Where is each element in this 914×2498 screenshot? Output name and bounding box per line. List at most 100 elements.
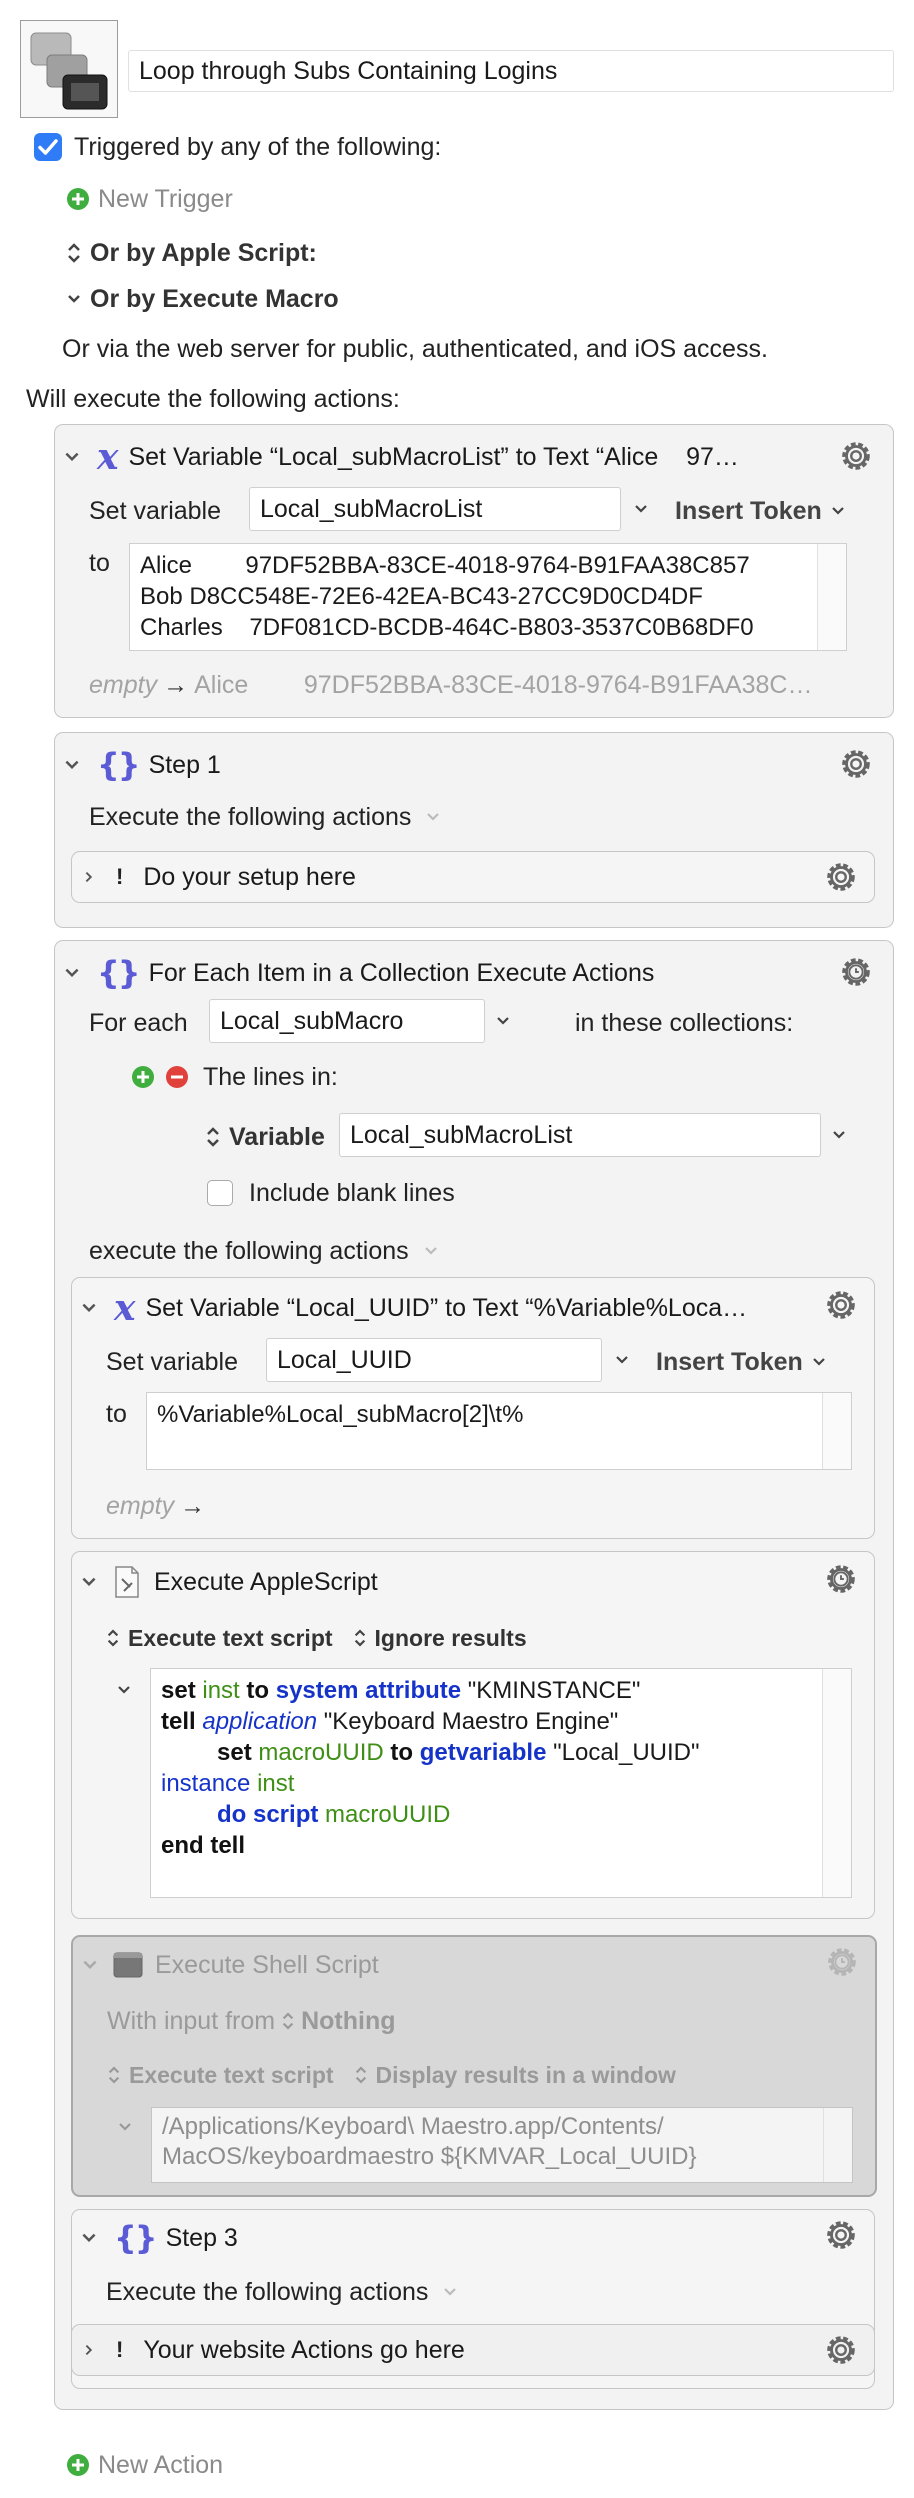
code-token: set [161, 1677, 196, 1704]
execute-actions-menu[interactable]: Execute the following actions [106, 2272, 458, 2312]
chevron-down-icon[interactable] [80, 1573, 98, 1591]
execute-actions-menu[interactable]: execute the following actions [89, 1231, 439, 1271]
input-source-menu[interactable]: Nothing [281, 2007, 396, 2036]
macro-name: Loop through Subs Containing Logins [139, 56, 558, 85]
chevron-right-icon[interactable] [82, 2343, 96, 2357]
comment-action-website[interactable]: ! Your website Actions go here [71, 2324, 875, 2376]
chevron-down-icon[interactable] [116, 1682, 132, 1698]
text-line: %Variable%Local_subMacro[2]\t% [157, 1401, 524, 1428]
code-line: set macroUUID to getvariable "Local_UUID… [161, 1737, 841, 1768]
insert-token-label: Insert Token [675, 496, 822, 525]
scrollbar[interactable] [822, 1393, 851, 1469]
variable-dropdown-icon[interactable] [633, 501, 649, 517]
action-for-each[interactable]: {} For Each Item in a Collection Execute… [54, 940, 894, 2410]
chevron-down-icon[interactable] [63, 756, 81, 774]
execute-actions-menu[interactable]: Execute the following actions [89, 797, 441, 837]
chevron-down-icon[interactable] [117, 2119, 133, 2135]
execute-text-script-label: Execute text script [128, 1624, 333, 1651]
code-token: to [390, 1739, 414, 1766]
set-variable-label: Set variable [89, 496, 222, 525]
include-blank-checkbox[interactable] [207, 1180, 233, 1206]
chevron-down-icon[interactable] [80, 1299, 98, 1317]
triggered-label: Triggered by any of the following: [74, 132, 442, 161]
insert-token-button[interactable]: Insert Token [675, 489, 846, 533]
gear-icon[interactable] [822, 1286, 860, 1324]
collection-variable: Local_subMacroList [350, 1120, 573, 1149]
preview-arrow: → [180, 1491, 206, 1520]
preview-arrow: → [163, 670, 189, 699]
variable-x-icon: x [114, 1287, 136, 1329]
action-execute-applescript[interactable]: Execute AppleScript Execute text script … [71, 1551, 875, 1919]
checkmark-icon [38, 139, 58, 155]
text-value-area[interactable]: Alice 97DF52BBA-83CE-4018-9764-B91FAA38C… [129, 543, 847, 651]
execute-text-script-menu[interactable]: Execute text script [107, 2062, 334, 2089]
variable-dropdown-icon[interactable] [614, 1352, 630, 1368]
gear-clock-icon[interactable] [823, 1943, 861, 1981]
apple-script-trigger[interactable]: Or by Apple Script: [66, 236, 317, 270]
to-label: to [89, 548, 110, 577]
chevron-down-icon[interactable] [63, 964, 81, 982]
execute-text-script-menu[interactable]: Execute text script [106, 1625, 333, 1652]
variable-name: Local_UUID [277, 1345, 412, 1374]
macro-icon[interactable] [20, 20, 118, 118]
for-each-variable-field[interactable]: Local_subMacro [209, 999, 485, 1043]
chevron-right-icon[interactable] [82, 870, 96, 884]
chevron-down-icon[interactable] [80, 2229, 98, 2247]
preview-text: Alice 97DF52BBA-83CE-4018-9764-B91FAA38C… [194, 670, 813, 699]
code-token: to [246, 1677, 270, 1704]
action-execute-shell-script[interactable]: Execute Shell Script With input from Not… [71, 1935, 877, 2197]
variable-dropdown-icon[interactable] [495, 1013, 511, 1029]
terminal-icon [113, 1952, 143, 1978]
scrollbar[interactable] [823, 2108, 852, 2182]
new-action-button[interactable]: New Action [66, 2448, 223, 2482]
new-trigger-button[interactable]: New Trigger [66, 182, 233, 216]
minus-circle-icon[interactable] [165, 1065, 189, 1089]
gear-icon[interactable] [822, 858, 860, 896]
gear-clock-icon[interactable] [822, 1560, 860, 1598]
variable-dropdown-icon[interactable] [831, 1127, 847, 1143]
in-collections-label: in these collections: [575, 1008, 794, 1037]
scrollbar[interactable] [822, 1669, 851, 1897]
action-title: Step 1 [148, 750, 221, 779]
plus-circle-icon [67, 188, 89, 210]
insert-token-button[interactable]: Insert Token [656, 1340, 827, 1384]
chevron-down-icon[interactable] [63, 448, 81, 466]
macro-name-field[interactable]: Loop through Subs Containing Logins [128, 50, 894, 92]
applescript-code-area[interactable]: set inst to system attribute "KMINSTANCE… [150, 1668, 852, 1898]
chevron-down-icon [832, 507, 844, 515]
text-value-area[interactable]: %Variable%Local_subMacro[2]\t% [146, 1392, 852, 1470]
action-title: Step 3 [165, 2223, 238, 2252]
comment-action-setup[interactable]: ! Do your setup here [71, 851, 875, 903]
ignore-results-menu[interactable]: Ignore results [353, 1625, 527, 1652]
collection-type-menu[interactable]: Variable [205, 1115, 325, 1159]
execute-label: execute the following actions [89, 1236, 409, 1265]
will-execute-label: Will execute the following actions: [26, 384, 400, 413]
new-trigger-label: New Trigger [98, 184, 233, 213]
action-step-3[interactable]: {} Step 3 Execute the following actions … [71, 2209, 875, 2389]
gear-icon[interactable] [837, 745, 875, 783]
gear-icon[interactable] [822, 2216, 860, 2254]
variable-x-icon: x [97, 436, 119, 478]
scrollbar[interactable] [817, 544, 846, 650]
execute-macro-trigger[interactable]: Or by Execute Macro [66, 282, 339, 316]
variable-name: Local_subMacroList [260, 494, 483, 523]
gear-clock-icon[interactable] [837, 953, 875, 991]
action-step-1[interactable]: {} Step 1 Execute the following actions … [54, 732, 894, 928]
shell-script-area[interactable]: /Applications/Keyboard\ Maestro.app/Cont… [151, 2107, 853, 2183]
apple-script-label: Or by Apple Script: [90, 238, 317, 267]
collection-variable-field[interactable]: Local_subMacroList [339, 1113, 821, 1157]
triggered-checkbox[interactable] [34, 133, 62, 161]
gear-icon[interactable] [822, 2331, 860, 2369]
display-results-menu[interactable]: Display results in a window [354, 2062, 676, 2089]
plus-circle-icon[interactable] [131, 1065, 155, 1089]
action-set-variable-uuid[interactable]: x Set Variable “Local_UUID” to Text “%Va… [71, 1277, 875, 1539]
script-line: /Applications/Keyboard\ Maestro.app/Cont… [162, 2113, 664, 2140]
code-token: macroUUID [325, 1801, 451, 1828]
gear-icon[interactable] [837, 437, 875, 475]
up-down-chevron-icon [107, 1629, 119, 1647]
variable-name-field[interactable]: Local_UUID [266, 1338, 602, 1382]
variable-name-field[interactable]: Local_subMacroList [249, 487, 621, 531]
action-set-variable-list[interactable]: x Set Variable “Local_subMacroList” to T… [54, 424, 894, 718]
chevron-down-icon [427, 813, 440, 821]
chevron-down-icon[interactable] [81, 1956, 99, 1974]
